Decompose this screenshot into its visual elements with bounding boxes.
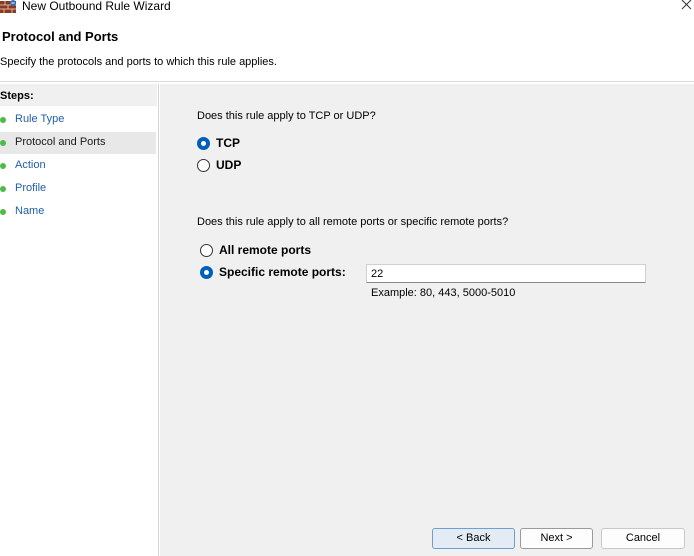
close-button[interactable] [668, 0, 694, 16]
step-status-dot [0, 163, 6, 169]
tcp-label: TCP [216, 136, 240, 150]
back-button[interactable]: < Back [432, 528, 515, 549]
udp-radio-option[interactable]: UDP [197, 158, 257, 174]
page-title: Protocol and Ports [2, 29, 119, 44]
steps-header: Steps: [0, 84, 157, 106]
steps-panel: Steps: Rule Type Protocol and Ports Acti… [0, 84, 157, 556]
all-ports-radio-option[interactable]: All remote ports [200, 243, 330, 259]
ports-example: Example: 80, 443, 5000-5010 [371, 287, 516, 299]
cancel-button[interactable]: Cancel [601, 528, 685, 549]
firewall-icon [0, 0, 18, 14]
next-button[interactable]: Next > [520, 528, 593, 549]
step-status-dot [0, 186, 6, 192]
step-action[interactable]: Action [0, 155, 156, 177]
title-bar: New Outbound Rule Wizard [0, 0, 694, 18]
close-icon [668, 0, 694, 19]
ports-question: Does this rule apply to all remote ports… [197, 216, 509, 228]
main-panel: Does this rule apply to TCP or UDP? TCP … [160, 84, 694, 556]
specific-ports-label: Specific remote ports: [219, 265, 346, 279]
step-status-dot [0, 140, 6, 146]
header-divider [0, 81, 694, 82]
step-label: Action [15, 159, 46, 171]
page-subtitle: Specify the protocols and ports to which… [0, 56, 277, 68]
steps-header-label: Steps: [0, 90, 34, 102]
window-title: New Outbound Rule Wizard [22, 0, 171, 13]
step-status-dot [0, 117, 6, 123]
all-ports-radio[interactable] [200, 244, 213, 257]
sidebar-divider [158, 84, 159, 556]
specific-ports-radio-option[interactable]: Specific remote ports: [200, 265, 350, 281]
wizard-window: New Outbound Rule Wizard Protocol and Po… [0, 0, 694, 556]
step-label: Rule Type [15, 113, 65, 125]
step-status-dot [0, 209, 6, 215]
udp-label: UDP [216, 158, 242, 172]
tcp-radio[interactable] [197, 137, 210, 150]
protocol-question: Does this rule apply to TCP or UDP? [197, 110, 376, 122]
all-ports-label: All remote ports [219, 243, 312, 257]
step-name[interactable]: Name [0, 201, 156, 223]
udp-radio[interactable] [197, 159, 210, 172]
specific-ports-radio[interactable] [200, 266, 213, 279]
step-protocol-and-ports[interactable]: Protocol and Ports [0, 132, 156, 154]
step-label: Protocol and Ports [15, 136, 106, 148]
step-label: Name [15, 205, 45, 217]
step-label: Profile [15, 182, 47, 194]
step-profile[interactable]: Profile [0, 178, 156, 200]
tcp-radio-option[interactable]: TCP [197, 136, 257, 152]
step-rule-type[interactable]: Rule Type [0, 109, 156, 131]
remote-ports-input[interactable] [366, 264, 646, 283]
